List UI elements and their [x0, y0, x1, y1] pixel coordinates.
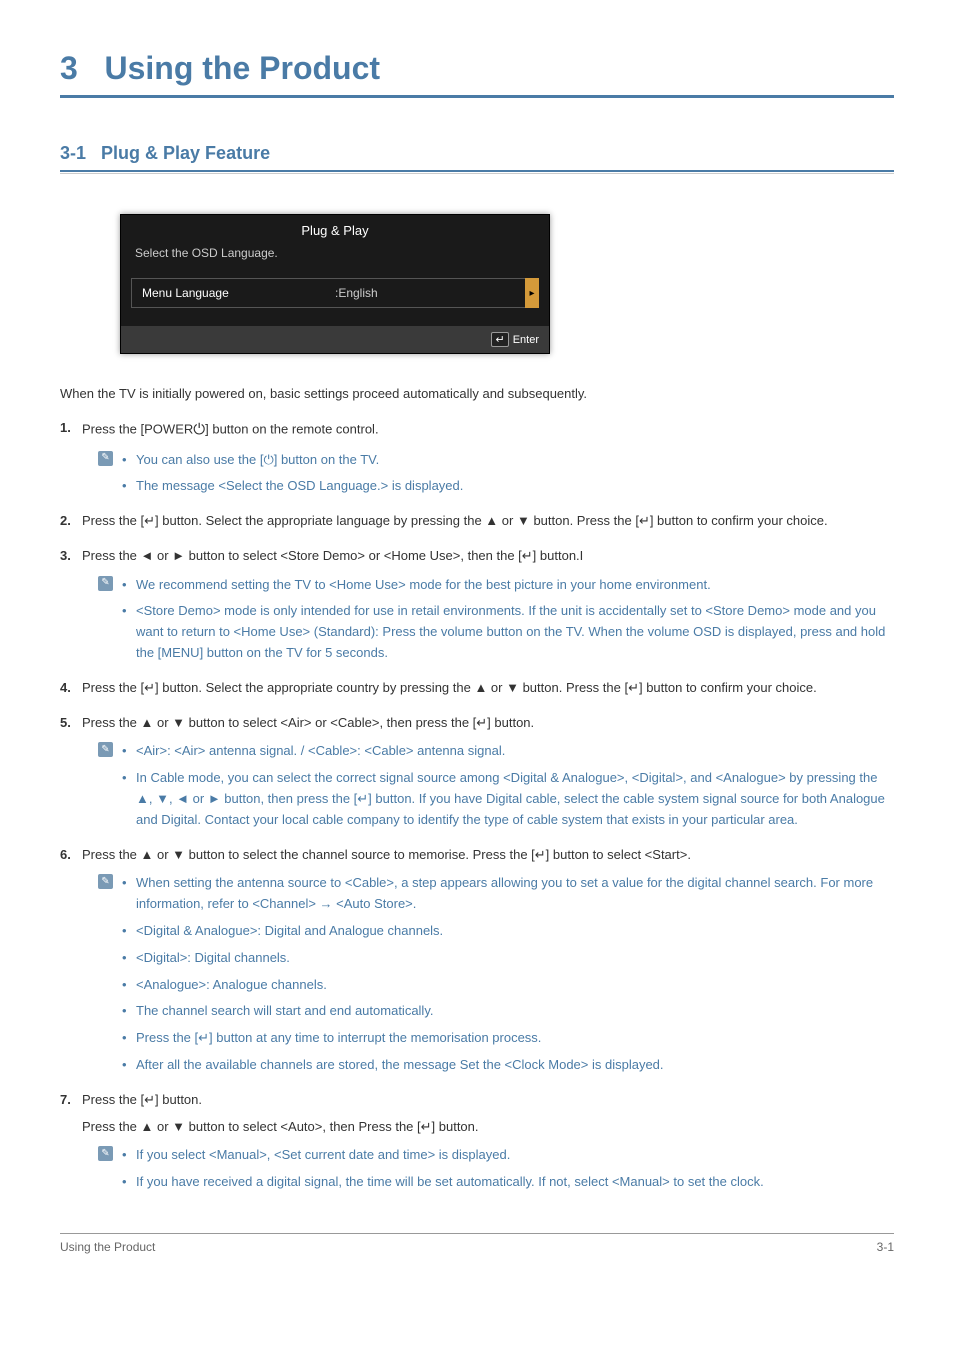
- note-block: ✎ When setting the antenna source to <Ca…: [98, 873, 894, 1075]
- note-item: The message <Select the OSD Language.> i…: [122, 476, 894, 497]
- note-block: ✎ You can also use the [⏻] button on the…: [98, 450, 894, 498]
- note-item: In Cable mode, you can select the correc…: [122, 768, 894, 830]
- note-item: When setting the antenna source to <Cabl…: [122, 873, 894, 915]
- power-icon: ⏻: [193, 418, 205, 442]
- note-item: The channel search will start and end au…: [122, 1001, 894, 1022]
- page-footer: Using the Product 3-1: [60, 1233, 894, 1254]
- step-6: Press the ▲ or ▼ button to select the ch…: [60, 845, 894, 1076]
- note-block: ✎ We recommend setting the TV to <Home U…: [98, 575, 894, 664]
- osd-panel: Plug & Play Select the OSD Language. Men…: [120, 214, 550, 354]
- chapter-rule: [60, 95, 894, 98]
- step-6-text: Press the ▲ or ▼ button to select the ch…: [82, 847, 691, 862]
- step-2-text: Press the [↵] button. Select the appropr…: [82, 513, 828, 528]
- chapter-name: Using the Product: [104, 50, 380, 86]
- steps-list: Press the [POWER⏻] button on the remote …: [60, 418, 894, 1194]
- osd-footer: ↵ Enter: [121, 326, 549, 353]
- osd-title: Plug & Play: [121, 215, 549, 246]
- note-icon: ✎: [98, 451, 113, 466]
- step-5: Press the ▲ or ▼ button to select <Air> …: [60, 713, 894, 831]
- note-item: If you have received a digital signal, t…: [122, 1172, 894, 1193]
- osd-row-value: :English: [335, 286, 528, 300]
- step-1: Press the [POWER⏻] button on the remote …: [60, 418, 894, 498]
- step-4: Press the [↵] button. Select the appropr…: [60, 678, 894, 699]
- note-icon: ✎: [98, 874, 113, 889]
- step-1-text-pre: Press the [POWER: [82, 421, 193, 436]
- step-7-text1: Press the [↵] button.: [82, 1092, 202, 1107]
- step-1-text-post: ] button on the remote control.: [205, 421, 378, 436]
- note-item: You can also use the [⏻] button on the T…: [122, 450, 894, 471]
- note-icon: ✎: [98, 576, 113, 591]
- osd-row-label: Menu Language: [142, 286, 335, 300]
- chevron-right-icon[interactable]: ▸: [525, 278, 539, 308]
- step-2: Press the [↵] button. Select the appropr…: [60, 511, 894, 532]
- step-7-text2: Press the ▲ or ▼ button to select <Auto>…: [82, 1117, 894, 1138]
- step-4-text: Press the [↵] button. Select the appropr…: [82, 680, 817, 695]
- step-5-text: Press the ▲ or ▼ button to select <Air> …: [82, 715, 534, 730]
- note-item: Press the [↵] button at any time to inte…: [122, 1028, 894, 1049]
- note-icon: ✎: [98, 742, 113, 757]
- note-item: <Air>: <Air> antenna signal. / <Cable>: …: [122, 741, 894, 762]
- osd-footer-text: Enter: [513, 334, 539, 346]
- section-title: 3-1 Plug & Play Feature: [60, 143, 894, 164]
- note-block: ✎ <Air>: <Air> antenna signal. / <Cable>…: [98, 741, 894, 830]
- note-item: <Digital>: Digital channels.: [122, 948, 894, 969]
- chapter-number: 3: [60, 50, 78, 86]
- osd-subtitle: Select the OSD Language.: [121, 246, 549, 278]
- section-number: 3-1: [60, 143, 86, 163]
- section-rule: [60, 170, 894, 174]
- note-item: We recommend setting the TV to <Home Use…: [122, 575, 894, 596]
- note-item: <Digital & Analogue>: Digital and Analog…: [122, 921, 894, 942]
- enter-icon: ↵: [491, 332, 508, 347]
- step-7: Press the [↵] button. Press the ▲ or ▼ b…: [60, 1090, 894, 1193]
- footer-right: 3-1: [877, 1240, 894, 1254]
- step-3-text: Press the ◄ or ► button to select <Store…: [82, 548, 583, 563]
- osd-language-row[interactable]: Menu Language :English ▸: [131, 278, 539, 308]
- step-3: Press the ◄ or ► button to select <Store…: [60, 546, 894, 664]
- note-icon: ✎: [98, 1146, 113, 1161]
- chapter-title: 3 Using the Product: [60, 50, 894, 87]
- section-name: Plug & Play Feature: [101, 143, 270, 163]
- note-block: ✎ If you select <Manual>, <Set current d…: [98, 1145, 894, 1193]
- note-item: After all the available channels are sto…: [122, 1055, 894, 1076]
- note-item: <Analogue>: Analogue channels.: [122, 975, 894, 996]
- note-item: <Store Demo> mode is only intended for u…: [122, 601, 894, 663]
- intro-text: When the TV is initially powered on, bas…: [60, 384, 894, 404]
- note-item: If you select <Manual>, <Set current dat…: [122, 1145, 894, 1166]
- footer-left: Using the Product: [60, 1240, 155, 1254]
